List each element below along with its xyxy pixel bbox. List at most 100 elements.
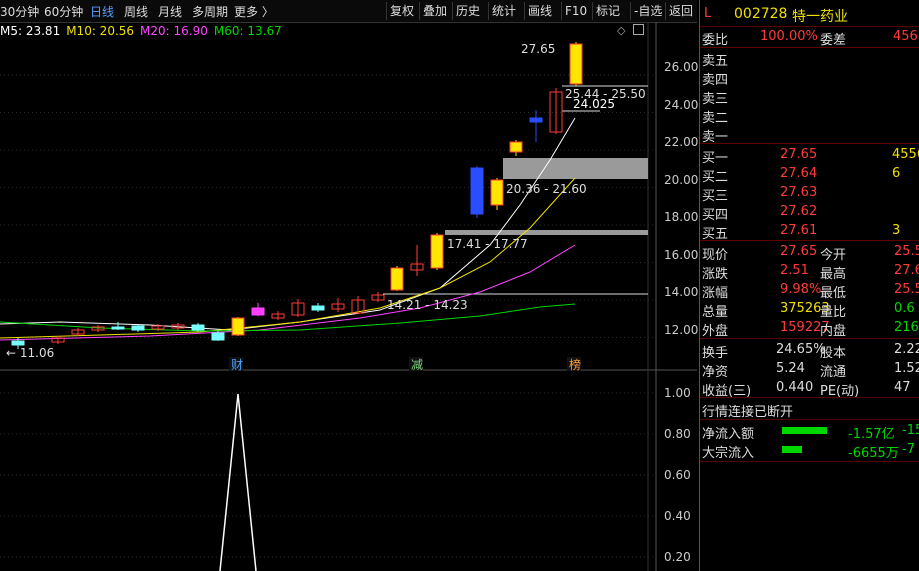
period-tab-5[interactable]: 多周期: [192, 3, 228, 20]
window-toggle-icon[interactable]: [633, 24, 644, 35]
price-tick: 24.00: [664, 97, 699, 112]
fundamental-label: 股本: [820, 346, 847, 361]
candle-body[interactable]: [490, 179, 504, 206]
ma10-line: [0, 177, 576, 339]
quote-value: 0.6: [894, 301, 915, 316]
indicator-tick: 0.60: [664, 468, 691, 482]
candle-body[interactable]: [430, 234, 444, 269]
bid-volume: 4556: [892, 147, 919, 162]
ask-label: 卖四: [702, 73, 729, 88]
tool-button-7[interactable]: -自选: [630, 2, 665, 20]
event-marker: 减: [411, 358, 423, 372]
bid-volume: 6: [892, 166, 901, 181]
candle-body[interactable]: [11, 340, 25, 346]
tool-button-2[interactable]: 历史: [452, 2, 483, 20]
price-tick: 16.00: [664, 247, 699, 262]
tool-button-0[interactable]: 复权: [386, 2, 417, 20]
candle-body[interactable]: [111, 326, 125, 330]
gap-label: 14.21 - 14.23: [387, 298, 468, 312]
ask-label: 卖五: [702, 54, 729, 69]
quote-label: 最低: [820, 286, 847, 301]
quote-label: 量比: [820, 305, 847, 320]
diamond-icon[interactable]: ◇: [617, 24, 625, 37]
quote-label: 涨幅: [702, 286, 729, 301]
period-tab-4[interactable]: 月线: [158, 3, 182, 20]
candle-body[interactable]: [231, 317, 245, 336]
candlestick-chart[interactable]: 27.65← 11.0625.44 - 25.5024.02520.36 - 2…: [0, 22, 697, 571]
quote-label: 现价: [702, 248, 729, 263]
fundamental-label: 流通: [820, 365, 847, 380]
candle-body[interactable]: [191, 324, 205, 331]
bid-price: 27.65: [780, 147, 818, 162]
flag-label: L: [704, 6, 712, 21]
ma-legend-item: M10: 20.56: [66, 24, 135, 38]
fundamental-row: 收益(三) 0.440 PE(动) 47: [700, 379, 919, 399]
connection-status: 行情连接已断开: [702, 405, 794, 420]
low-price-label: ← 11.06: [6, 346, 54, 360]
fundamental-label: 换手: [702, 346, 729, 361]
order-diff-value: 4568: [893, 29, 919, 44]
bid-price: 27.61: [780, 223, 818, 238]
bid-price: 27.63: [780, 185, 818, 200]
period-tab-1[interactable]: 60分钟: [44, 3, 83, 20]
bid-row: 买四 27.62: [700, 203, 919, 223]
period-tab-6[interactable]: 更多 〉: [234, 3, 274, 20]
bid-row: 买三 27.63: [700, 184, 919, 204]
quote-value: 21603: [894, 320, 919, 335]
ma20-line: [0, 244, 576, 341]
bid-label: 买一: [702, 151, 729, 166]
level-label: 24.025: [573, 97, 615, 111]
bid-row: 买五 27.61 3: [700, 222, 919, 242]
indicator-tick: 0.80: [664, 427, 691, 441]
flow-bar: [782, 446, 802, 453]
quote-row: 总量 375263 量比 0.6: [700, 300, 919, 320]
ask-row: 卖三: [700, 87, 919, 107]
ask-row: 卖四: [700, 68, 919, 88]
price-tick: 22.00: [664, 135, 699, 149]
tool-button-6[interactable]: 标记: [592, 2, 623, 20]
quote-panel: L 002728 特一药业 委比 100.00% 委差 4568 卖五卖四卖三卖…: [699, 0, 919, 571]
candle-body[interactable]: [131, 325, 145, 331]
ma-legend-item: M5: 23.81: [0, 24, 61, 38]
status-row: 行情连接已断开: [700, 400, 919, 420]
price-tick: 12.00: [664, 322, 699, 337]
period-tab-2[interactable]: 日线: [90, 3, 114, 20]
candle-body[interactable]: [211, 332, 225, 341]
quote-row: 涨幅 9.98% 最低 25.5: [700, 281, 919, 301]
quote-label: 外盘: [702, 324, 729, 339]
candle-body[interactable]: [390, 267, 404, 291]
candle-body[interactable]: [311, 305, 325, 311]
tool-button-5[interactable]: F10: [561, 2, 590, 20]
tool-button-8[interactable]: 返回: [665, 2, 696, 20]
ask-label: 卖二: [702, 111, 729, 126]
price-tick: 20.00: [664, 172, 699, 187]
fundamental-value: 1.52: [894, 361, 919, 376]
candle-body[interactable]: [529, 117, 543, 123]
candle-body[interactable]: [569, 43, 583, 85]
fundamental-value: 47: [894, 380, 911, 395]
tool-button-4[interactable]: 画线: [524, 2, 555, 20]
candle-body[interactable]: [470, 167, 484, 215]
candle-body[interactable]: [251, 307, 265, 316]
quote-value: 27.6: [894, 263, 919, 278]
quote-value: 25.5: [894, 244, 919, 259]
ma-legend: M5: 23.81 M10: 20.56 M20: 16.90 M60: 13.67: [0, 24, 288, 38]
quote-row: 涨跌 2.51 最高 27.6: [700, 262, 919, 282]
bid-label: 买二: [702, 170, 729, 185]
tool-button-3[interactable]: 统计: [488, 2, 519, 20]
bid-price: 27.64: [780, 166, 818, 181]
candle-body[interactable]: [509, 141, 523, 153]
gap-band: [445, 230, 648, 235]
indicator-tick: 0.40: [664, 509, 691, 523]
order-ratio-value: 100.00%: [760, 29, 818, 44]
bid-row: 买二 27.64 6: [700, 165, 919, 185]
tool-button-1[interactable]: 叠加: [419, 2, 450, 20]
event-marker: 财: [231, 358, 243, 372]
quote-value: 9.98%: [780, 282, 822, 297]
period-tab-0[interactable]: 30分钟: [0, 3, 39, 20]
period-tab-3[interactable]: 周线: [124, 3, 148, 20]
quote-label: 今开: [820, 248, 847, 263]
quote-row: 外盘159227内盘21603: [700, 319, 919, 339]
gap-label: 20.36 - 21.60: [506, 182, 587, 196]
ask-row: 卖一: [700, 125, 919, 145]
